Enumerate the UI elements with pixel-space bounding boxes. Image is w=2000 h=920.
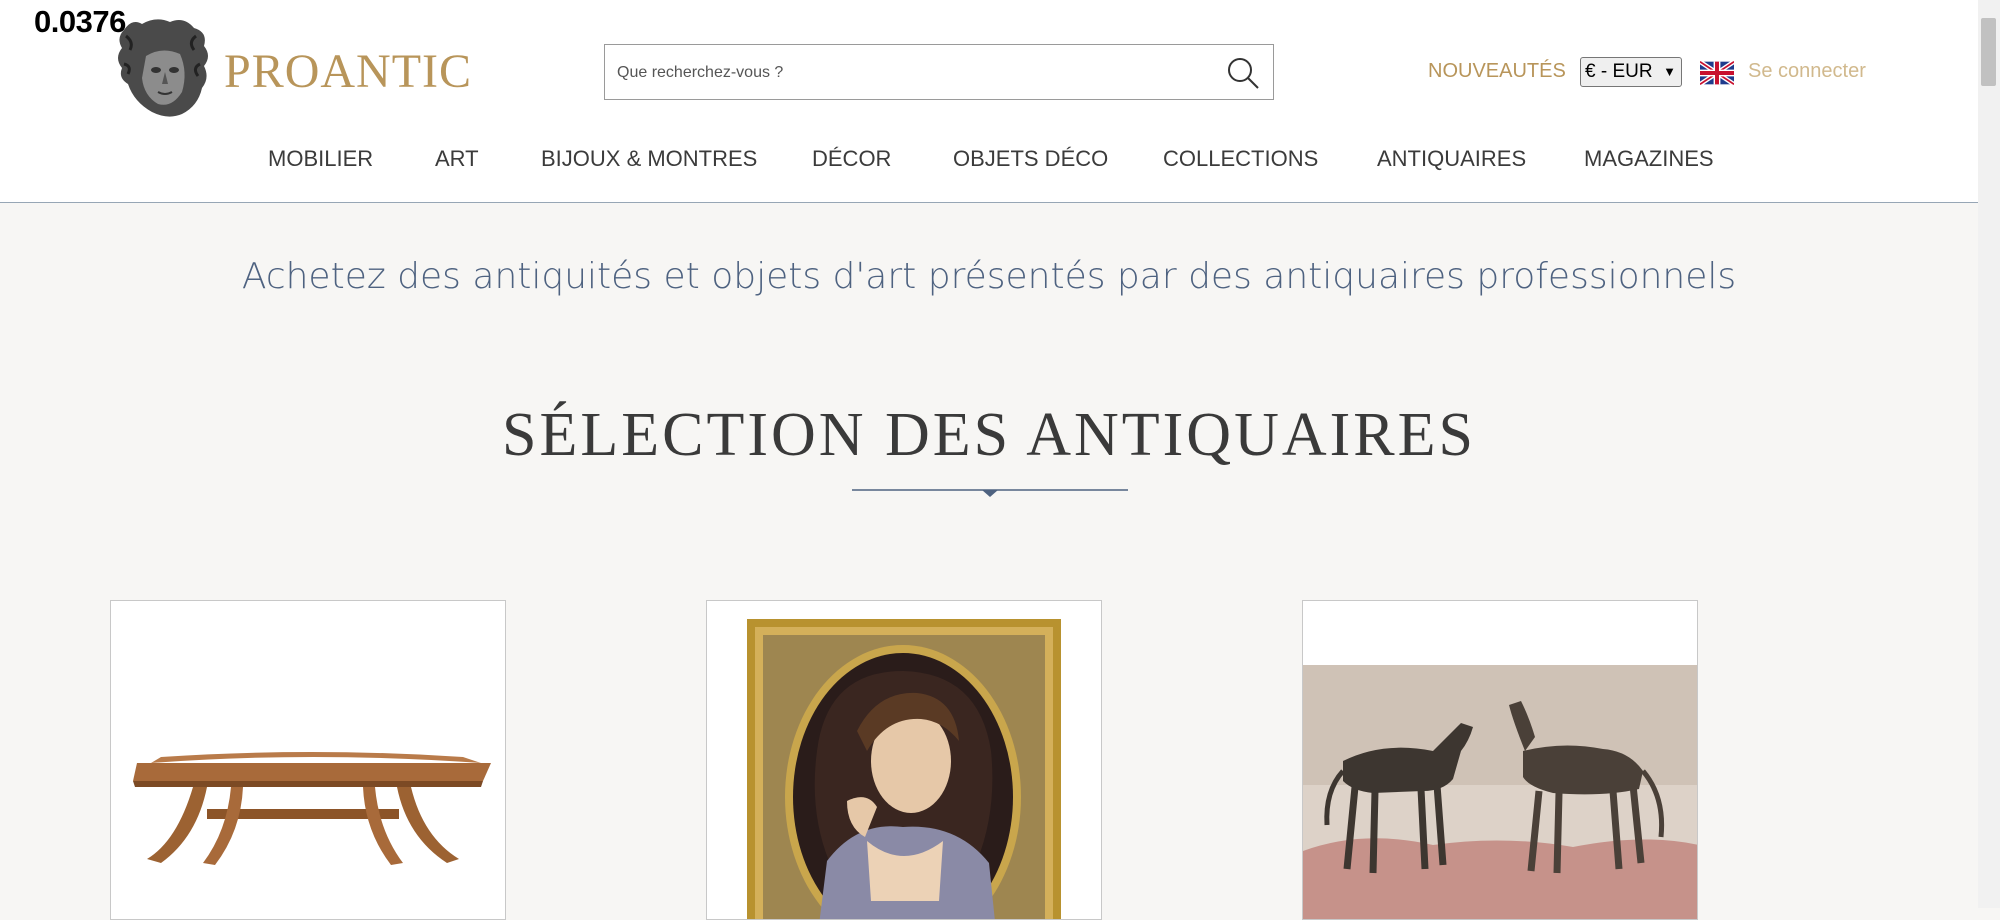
search-box: [604, 44, 1274, 101]
nav-item-mobilier[interactable]: MOBILIER: [268, 146, 373, 172]
overlay-value: 0.0376: [34, 4, 126, 39]
nav-item-art[interactable]: ART: [435, 146, 479, 172]
nav-item-bijoux-montres[interactable]: BIJOUX & MONTRES: [541, 146, 757, 172]
login-link[interactable]: Se connecter: [1748, 60, 1866, 83]
tagline: Achetez des antiquités et objets d'art p…: [241, 256, 1737, 297]
scrollbar-thumb[interactable]: [1981, 18, 1996, 86]
nouveautes-link[interactable]: NOUVEAUTÉS: [1428, 60, 1566, 83]
portrait-image: [747, 619, 1061, 919]
table-image: [133, 752, 491, 865]
currency-value: € - EUR: [1585, 61, 1653, 82]
logo-text[interactable]: PROANTIC: [224, 44, 472, 99]
main-nav: MOBILIER ART BIJOUX & MONTRES DÉCOR OBJE…: [0, 146, 1978, 182]
currency-select[interactable]: € - EUR ▼: [1580, 57, 1682, 87]
section-title: SÉLECTION DES ANTIQUAIRES: [502, 401, 1476, 469]
site-header: PROANTIC NOUVEAUTÉS € - EUR ▼ Se connect…: [0, 0, 1978, 203]
nav-item-magazines[interactable]: MAGAZINES: [1584, 146, 1714, 172]
nav-item-decor[interactable]: DÉCOR: [812, 146, 891, 172]
search-icon[interactable]: [1225, 55, 1261, 91]
logo-head-icon[interactable]: [112, 16, 212, 122]
uk-flag-icon[interactable]: [1700, 60, 1734, 86]
nav-item-objets-deco[interactable]: OBJETS DÉCO: [953, 146, 1108, 172]
title-divider: [852, 489, 1128, 497]
nav-item-antiquaires[interactable]: ANTIQUAIRES: [1377, 146, 1526, 172]
product-card-portrait[interactable]: [706, 600, 1102, 920]
nav-item-collections[interactable]: COLLECTIONS: [1163, 146, 1318, 172]
vertical-scrollbar[interactable]: [1978, 0, 2000, 908]
product-card-table[interactable]: [110, 600, 506, 920]
search-input[interactable]: [615, 45, 1199, 101]
greyhound-sculpture-image: [1303, 601, 1697, 919]
chevron-down-icon: ▼: [1663, 64, 1676, 79]
product-card-greyhounds[interactable]: [1302, 600, 1698, 920]
